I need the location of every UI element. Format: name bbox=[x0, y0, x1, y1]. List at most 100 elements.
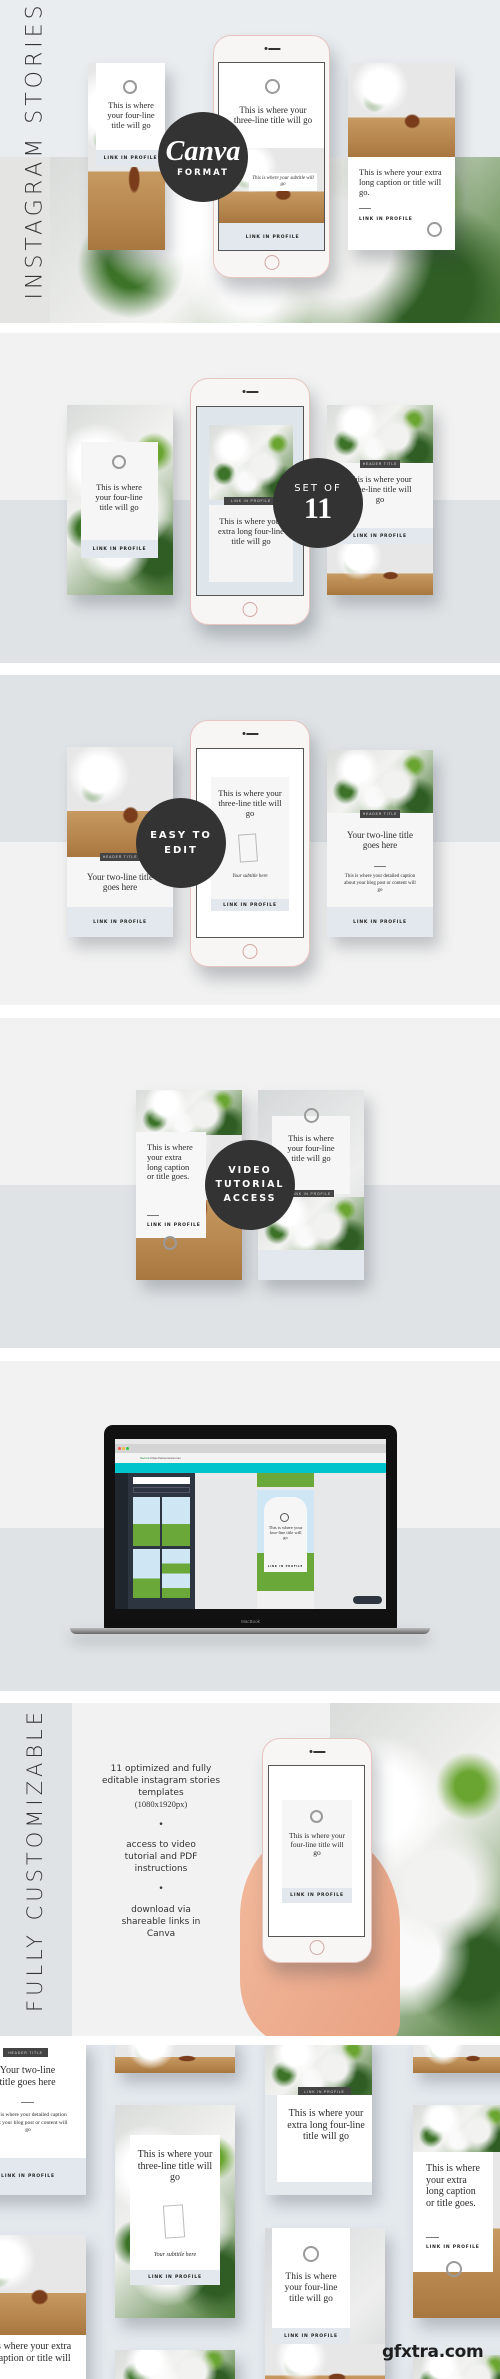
logo-circle-icon bbox=[427, 222, 442, 237]
story-card: This is where your extra long caption or… bbox=[413, 2105, 500, 2318]
badge-label: TUTORIAL bbox=[215, 1178, 285, 1190]
home-button bbox=[264, 255, 279, 270]
link-in-profile-label: LINK IN PROFILE bbox=[267, 1565, 304, 1568]
browser-tabbar bbox=[115, 1444, 386, 1453]
link-in-profile-tag: LINK IN PROFILE bbox=[224, 497, 278, 505]
card-title: This is where your extra long caption or… bbox=[147, 1142, 193, 1182]
logo-circle-icon bbox=[446, 2261, 462, 2277]
card-title: This is where your four-line title will … bbox=[284, 2272, 338, 2304]
link-in-profile-label: LINK IN PROFILE bbox=[284, 2333, 338, 2339]
canva-layouts-panel bbox=[128, 1473, 195, 1609]
layout-thumbnail[interactable] bbox=[133, 1497, 160, 1546]
badge-label: VIDEO bbox=[228, 1164, 272, 1176]
link-in-profile-label: LINK IN PROFILE bbox=[290, 1893, 344, 1898]
phone-mockup: This is where your four-line title will … bbox=[262, 1738, 372, 1963]
link-in-profile-label: LINK IN PROFILE bbox=[245, 235, 300, 240]
canva-logo: Canva bbox=[165, 136, 241, 167]
story-card-right: HEADER TITLE Your two-line title goes he… bbox=[327, 750, 433, 937]
easy-to-edit-badge: EASY TO EDIT bbox=[136, 798, 226, 888]
laptop-canva-section: MacBook Secure https://www.canva.com Thi… bbox=[0, 1361, 500, 1691]
placeholder-frame bbox=[162, 2204, 186, 2239]
feature-item: 11 optimized and fully editable instagra… bbox=[101, 1764, 221, 1799]
story-card bbox=[413, 2045, 500, 2073]
header-title-tag: HEADER TITLE bbox=[360, 810, 400, 818]
placeholder-frame bbox=[238, 833, 258, 863]
logo-circle-icon bbox=[163, 1236, 177, 1250]
link-in-profile-label: LINK IN PROFILE bbox=[148, 2275, 202, 2280]
link-in-profile-label: LINK IN PROFILE bbox=[223, 902, 277, 908]
set-of-11-badge: SET OF 11 bbox=[273, 458, 363, 548]
home-button bbox=[242, 602, 258, 617]
phone-title: This is where your three-line title will… bbox=[233, 105, 313, 126]
card-caption: This is where your detailed caption abou… bbox=[0, 2112, 68, 2134]
design-title: This is where your four-line title will … bbox=[268, 1525, 303, 1541]
url-text: https://www.canva.com bbox=[150, 1456, 182, 1460]
easy-to-edit-section: HEADER TITLE Your two-line title goes he… bbox=[0, 675, 500, 1005]
feature-item: access to video tutorial and PDF instruc… bbox=[124, 1840, 198, 1875]
story-card-left: This is where your four-line title will … bbox=[67, 405, 173, 595]
home-button bbox=[242, 944, 258, 959]
link-in-profile-label: LINK IN PROFILE bbox=[103, 156, 158, 161]
badge-number: 11 bbox=[303, 491, 333, 525]
story-card: This is where your four-line title will … bbox=[265, 2228, 385, 2379]
bullet: • bbox=[158, 1819, 164, 1830]
card-subtitle: Your subtitle here bbox=[153, 2252, 197, 2258]
card-title: This is where your four-line title will … bbox=[107, 100, 155, 130]
card-title: This is where your extra long caption or… bbox=[0, 2341, 72, 2364]
card-caption: This is where your detailed caption abou… bbox=[344, 874, 416, 893]
layout-thumbnail[interactable] bbox=[133, 1549, 160, 1598]
logo-circle-icon bbox=[112, 455, 126, 469]
laptop-screen: Secure https://www.canva.com This is whe… bbox=[115, 1439, 386, 1609]
template-grid-section: HEADER TITLE Your two-line title goes he… bbox=[0, 2045, 500, 2379]
badge-label: ACCESS bbox=[223, 1193, 277, 1205]
link-in-profile-label: LINK IN PROFILE bbox=[426, 2245, 480, 2250]
card-title: This is where your four-line title will … bbox=[287, 1133, 335, 1163]
video-tutorial-section: This is where your extra long caption or… bbox=[0, 1018, 500, 1348]
feature-note: (1080x1920px) bbox=[134, 1799, 188, 1810]
phone-subtitle: This is where your subtitle will go bbox=[249, 173, 317, 191]
logo-circle-icon bbox=[310, 1810, 323, 1823]
search-input[interactable] bbox=[133, 1477, 190, 1484]
design-canvas[interactable]: This is where your four-line title will … bbox=[257, 1473, 314, 1609]
secure-label: Secure bbox=[140, 1456, 150, 1460]
card-title: Your two-line title goes here bbox=[0, 2065, 56, 2088]
story-card bbox=[115, 2350, 235, 2379]
link-in-profile-label: LINK IN PROFILE bbox=[353, 919, 407, 925]
link-in-profile-label: LINK IN PROFILE bbox=[359, 217, 413, 222]
phone-title: This is where your four-line title will … bbox=[288, 1831, 346, 1858]
card-title: Your two-line title goes here bbox=[86, 872, 154, 893]
story-card: This is where your extra long caption or… bbox=[0, 2235, 86, 2379]
feature-item: download via shareable links in Canva bbox=[121, 1904, 201, 1939]
watermark: gfxtra.com bbox=[382, 2342, 484, 2362]
address-bar[interactable]: Secure https://www.canva.com bbox=[115, 1453, 386, 1463]
header-title-tag: HEADER TITLE bbox=[100, 853, 140, 861]
badge-label: FORMAT bbox=[177, 168, 229, 178]
header-title-tag: HEADER TITLE bbox=[360, 460, 400, 468]
hero-instagram-stories: INSTAGRAM STORIES This is where your fou… bbox=[0, 0, 500, 323]
laptop-base bbox=[70, 1628, 430, 1634]
logo-circle-icon bbox=[123, 80, 137, 94]
logo-circle-icon bbox=[304, 1108, 319, 1123]
story-card-left: This is where your four-line title will … bbox=[88, 63, 165, 250]
card-title: Your two-line title goes here bbox=[346, 830, 414, 851]
canva-sidebar bbox=[115, 1473, 128, 1609]
story-card: LINK IN PROFILE This is where your extra… bbox=[265, 2045, 372, 2195]
layout-thumbnail[interactable] bbox=[162, 1549, 190, 1598]
phone-subtitle: Your subtitle here bbox=[232, 874, 268, 879]
story-card bbox=[115, 2045, 235, 2073]
home-button bbox=[309, 1940, 325, 1955]
link-in-profile-label: LINK IN PROFILE bbox=[353, 533, 407, 539]
vertical-title: INSTAGRAM STORIES bbox=[22, 1, 48, 300]
logo-circle-icon bbox=[303, 2246, 319, 2262]
story-card-right: This is where your extra long caption or… bbox=[348, 63, 455, 250]
zoom-control[interactable] bbox=[353, 1596, 382, 1604]
header-title-tag: HEADER TITLE bbox=[3, 2048, 48, 2057]
laptop-brand: MacBook bbox=[241, 1619, 260, 1624]
card-title: This is where your three-line title will… bbox=[137, 2149, 213, 2183]
card-title: This is where your extra long caption or… bbox=[359, 167, 442, 197]
feature-list: 11 optimized and fully editable instagra… bbox=[101, 1763, 221, 1940]
badge-label: EDIT bbox=[164, 845, 198, 856]
card-title: This is where your extra long four-line … bbox=[287, 2108, 365, 2142]
link-in-profile-label: LINK IN PROFILE bbox=[147, 1223, 201, 1228]
layout-thumbnail[interactable] bbox=[162, 1497, 190, 1546]
